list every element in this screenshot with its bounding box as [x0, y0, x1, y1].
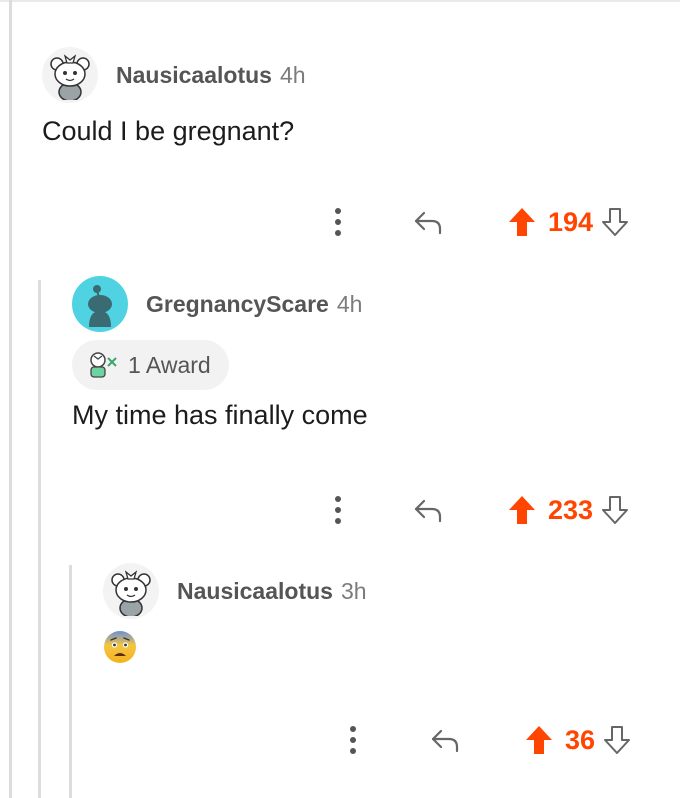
award-count: 1 Award [128, 351, 211, 378]
comment-body: Could I be gregnant? [42, 116, 295, 146]
snoo-avatar-icon [111, 570, 151, 616]
downvote-button[interactable] [601, 725, 633, 755]
upvote-button[interactable] [504, 495, 540, 525]
comment-actions: 194 [318, 202, 631, 242]
thread-line[interactable] [9, 0, 12, 798]
comment-actions: 36 [333, 720, 633, 760]
divider [0, 0, 680, 2]
fearful-face-icon [104, 631, 136, 663]
default-snoo-avatar-icon [88, 285, 112, 327]
more-options-button[interactable] [333, 725, 373, 755]
fearful-face-emoji [103, 630, 137, 669]
timestamp: 4h [336, 290, 363, 317]
upvote-button[interactable] [521, 725, 557, 755]
comment-actions: 233 [318, 490, 631, 530]
more-options-button[interactable] [318, 495, 358, 525]
comment-header: GregnancyScare 4h [72, 276, 362, 332]
timestamp: 3h [340, 577, 367, 604]
upvote-button[interactable] [504, 207, 540, 237]
more-vertical-icon [350, 726, 356, 754]
username[interactable]: GregnancyScare [146, 291, 329, 318]
upvote-arrow-icon [509, 208, 535, 236]
reply-button[interactable] [425, 727, 465, 753]
downvote-button[interactable] [599, 207, 631, 237]
more-options-button[interactable] [318, 207, 358, 237]
user-avatar[interactable] [103, 563, 159, 619]
upvote-arrow-icon [526, 726, 552, 754]
more-vertical-icon [335, 496, 341, 524]
timestamp: 4h [279, 61, 306, 88]
upvote-arrow-icon [509, 496, 535, 524]
reply-button[interactable] [408, 209, 448, 235]
more-vertical-icon [335, 208, 341, 236]
reply-arrow-icon [414, 211, 442, 235]
vote-score: 36 [565, 724, 596, 755]
username[interactable]: Nausicaalotus [177, 578, 333, 605]
reply-arrow-icon [414, 499, 442, 523]
reply-button[interactable] [408, 497, 448, 523]
comment-header: Nausicaalotus 3h [103, 563, 367, 619]
comment-body: My time has finally come [72, 400, 368, 430]
comment-header: Nausicaalotus 4h [42, 47, 306, 103]
thread-line[interactable] [38, 280, 41, 798]
user-avatar[interactable] [42, 47, 98, 103]
downvote-button[interactable] [599, 495, 631, 525]
downvote-arrow-icon [604, 726, 631, 754]
reply-arrow-icon [431, 729, 459, 753]
thread-line[interactable] [69, 565, 72, 798]
snoo-avatar-icon [50, 54, 90, 100]
vote-score: 233 [548, 494, 594, 525]
username[interactable]: Nausicaalotus [116, 62, 272, 89]
comment-thread: Nausicaalotus 4h Could I be gregnant? 19… [0, 0, 680, 798]
vote-score: 194 [548, 206, 594, 237]
user-avatar[interactable] [72, 276, 128, 332]
downvote-arrow-icon [602, 208, 629, 236]
award-icon [90, 352, 117, 378]
downvote-arrow-icon [602, 496, 629, 524]
awards-badge[interactable]: 1 Award [72, 340, 229, 390]
